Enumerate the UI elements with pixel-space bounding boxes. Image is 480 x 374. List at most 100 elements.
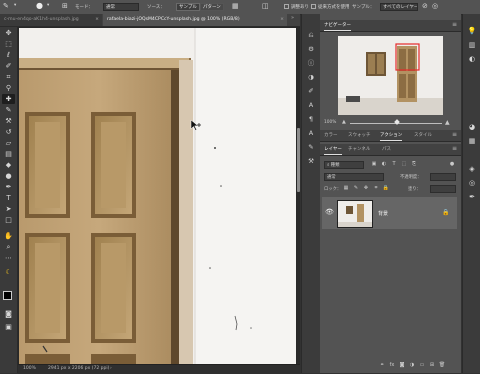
clone-stamp-icon[interactable]: ⚒ — [2, 116, 15, 126]
sample-select[interactable]: すべてのレイヤー — [380, 3, 418, 11]
swatches-panel-icon[interactable]: ▦ — [466, 136, 478, 146]
clone-source-icon[interactable]: ⚒ — [305, 156, 317, 166]
crop-icon[interactable]: ⌗ — [2, 72, 15, 82]
eraser-icon[interactable]: ▱ — [2, 138, 15, 148]
adjustments-icon[interactable]: ◑ — [305, 72, 317, 82]
tab-actions[interactable]: アクション — [380, 130, 403, 141]
channels-panel-icon[interactable]: ◎ — [466, 178, 478, 188]
tool-preset-icon[interactable]: ✎ — [3, 2, 9, 10]
status-zoom[interactable]: 100% — [23, 366, 36, 371]
brush-dropdown-icon[interactable]: ▾ — [47, 3, 49, 8]
vertical-scrollbar[interactable] — [297, 28, 300, 364]
brush-size-icon[interactable]: ● — [36, 1, 43, 10]
visibility-eye-icon[interactable]: 👁 — [325, 208, 334, 216]
blur-icon[interactable]: ◆ — [2, 160, 15, 170]
zoom-in-icon[interactable]: ▲ — [445, 119, 450, 126]
banana-icon[interactable]: ☾ — [2, 267, 15, 277]
lock-pixels-icon[interactable]: ✎ — [352, 185, 360, 192]
pattern-button[interactable]: パターン — [200, 3, 224, 11]
align-checkbox[interactable] — [284, 4, 289, 9]
history-brush-icon[interactable]: ↺ — [2, 127, 15, 137]
healing-brush-icon[interactable]: ✚ — [2, 94, 15, 104]
tabs-overflow-icon[interactable]: » — [291, 15, 294, 21]
hand-icon[interactable]: ✋ — [2, 231, 15, 241]
adjustment-layer-icon[interactable]: ◑ — [408, 362, 416, 369]
lock-transparent-icon[interactable]: ▦ — [342, 185, 350, 192]
color-panel-icon[interactable]: ◕ — [466, 122, 478, 132]
tab-color[interactable]: カラー — [324, 130, 338, 141]
adjustment-filter-icon[interactable]: ◐ — [380, 161, 388, 168]
lock-position-icon[interactable]: ✥ — [362, 185, 370, 192]
transparent-icon[interactable]: ◫ — [262, 2, 269, 10]
fill-input[interactable] — [430, 185, 456, 193]
tab-swatches[interactable]: スウォッチ — [348, 130, 371, 141]
brush-icon[interactable]: ✎ — [2, 105, 15, 115]
tool-presets-icon[interactable]: ✎ — [305, 142, 317, 152]
lock-all-icon[interactable]: 🔒 — [382, 185, 390, 192]
mode-select[interactable]: 通常 — [103, 3, 139, 11]
paths-panel-icon[interactable]: ✒ — [466, 192, 478, 202]
quick-mask-icon[interactable]: ◙ — [2, 309, 15, 319]
type-icon[interactable]: T — [2, 193, 15, 203]
tab-layers[interactable]: レイヤー — [324, 144, 342, 155]
properties-icon[interactable]: ⚙ — [305, 44, 317, 54]
ignore-adjust-icon[interactable]: ⊘ — [422, 2, 428, 10]
pixel-filter-icon[interactable]: ▣ — [370, 161, 378, 168]
close-icon[interactable]: × — [95, 14, 99, 26]
lock-artboard-icon[interactable]: ⌗ — [372, 185, 380, 192]
learn-icon[interactable]: 💡 — [466, 26, 478, 36]
close-icon[interactable]: × — [280, 14, 284, 26]
navigator-zoom[interactable]: 100% — [324, 120, 336, 125]
layer-style-icon[interactable]: fx — [388, 362, 396, 369]
scrollbar-thumb[interactable] — [297, 128, 300, 192]
libraries-icon[interactable]: ▥ — [466, 40, 478, 50]
blend-mode-select[interactable]: 通常 — [324, 173, 384, 181]
preset-dropdown-icon[interactable]: ▾ — [14, 3, 16, 8]
layer-kind-filter[interactable]: ⌕ 種類 — [324, 161, 364, 169]
edit-toolbar-icon[interactable]: ⋯ — [2, 253, 15, 263]
sample-button[interactable]: サンプル — [176, 3, 200, 11]
character-icon[interactable]: A — [305, 100, 317, 110]
layer-row[interactable]: 👁 背景 🔒 — [322, 197, 457, 229]
brushes-icon[interactable]: ✐ — [305, 86, 317, 96]
marquee-icon[interactable]: ⬚ — [2, 39, 15, 49]
tab-paths[interactable]: パス — [382, 144, 391, 155]
dodge-icon[interactable]: ● — [2, 171, 15, 181]
opacity-input[interactable] — [430, 173, 456, 181]
panel-menu-icon[interactable]: ≡ — [452, 131, 457, 138]
adjustments-panel-icon[interactable]: ◐ — [466, 54, 478, 64]
pressure-size-icon[interactable]: ◎ — [432, 2, 438, 10]
type-filter-icon[interactable]: T — [390, 161, 398, 168]
tab-document-1[interactable]: c-mu-en4qo-aK1h4-unsplash.jpg × — [0, 14, 102, 26]
history-icon[interactable]: ⎌ — [305, 30, 317, 40]
rectangle-icon[interactable]: □ — [2, 215, 15, 225]
glyphs-icon[interactable]: A — [305, 128, 317, 138]
foreground-color-swatch[interactable] — [3, 291, 12, 300]
tab-navigator[interactable]: ナビゲーター — [324, 20, 351, 31]
move-icon[interactable]: ✥ — [2, 28, 15, 38]
pattern-icon[interactable]: ▦ — [232, 2, 239, 10]
lasso-icon[interactable]: ℓ — [2, 50, 15, 60]
gradient-icon[interactable]: ▤ — [2, 149, 15, 159]
zoom-out-icon[interactable]: ▲ — [342, 119, 346, 125]
status-arrow-icon[interactable]: › — [110, 366, 112, 371]
tab-document-2[interactable]: rafaela-biazi-jOQsM4CPCcY-unsplash.jpg @… — [103, 14, 287, 26]
layers-panel-icon[interactable]: ◈ — [466, 164, 478, 174]
eyedropper-icon[interactable]: ⚲ — [2, 83, 15, 93]
navigator-preview[interactable] — [338, 36, 443, 115]
link-layers-icon[interactable]: ⚭ — [378, 362, 386, 369]
quick-select-icon[interactable]: ✐ — [2, 61, 15, 71]
paragraph-icon[interactable]: ¶ — [305, 114, 317, 124]
legacy-checkbox[interactable] — [311, 4, 316, 9]
delete-layer-icon[interactable]: 🗑 — [438, 362, 446, 369]
tab-channels[interactable]: チャンネル — [348, 144, 370, 155]
pen-icon[interactable]: ✒ — [2, 182, 15, 192]
panel-menu-icon[interactable]: ≡ — [452, 145, 457, 152]
brush-settings-icon[interactable]: ⊞ — [62, 2, 68, 10]
add-mask-icon[interactable]: ◙ — [398, 362, 406, 369]
shape-filter-icon[interactable]: ⬚ — [400, 161, 408, 168]
path-select-icon[interactable]: ➤ — [2, 204, 15, 214]
document-canvas[interactable] — [19, 28, 296, 364]
info-icon[interactable]: ⓘ — [305, 58, 317, 68]
tab-styles[interactable]: スタイル — [414, 130, 432, 141]
